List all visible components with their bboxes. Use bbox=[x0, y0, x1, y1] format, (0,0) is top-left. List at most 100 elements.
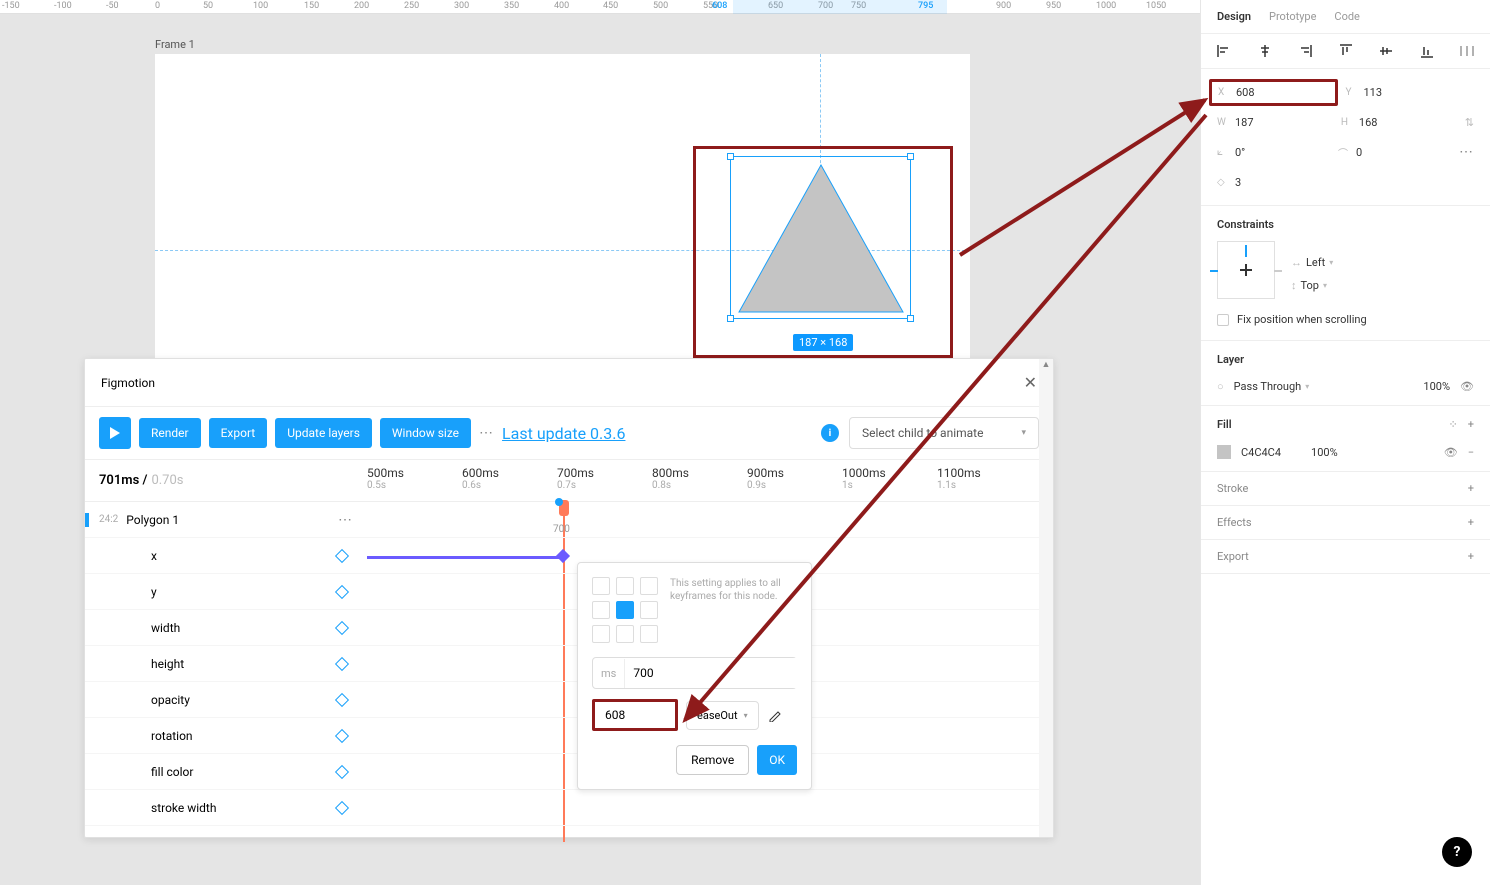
add-export-icon[interactable]: + bbox=[1468, 550, 1474, 563]
plugin-title: Figmotion bbox=[101, 376, 155, 390]
property-row-height[interactable]: height bbox=[85, 646, 1053, 682]
link-dimensions-icon[interactable]: ⇅ bbox=[1465, 116, 1474, 129]
ruler-tick: 50 bbox=[203, 1, 213, 11]
y-label: Y bbox=[1346, 87, 1358, 98]
update-layers-button[interactable]: Update layers bbox=[275, 418, 372, 448]
x-value[interactable]: 608 bbox=[1236, 86, 1255, 99]
align-right-icon[interactable] bbox=[1298, 44, 1312, 58]
align-top-icon[interactable] bbox=[1339, 44, 1353, 58]
align-left-icon[interactable] bbox=[1217, 44, 1231, 58]
resize-handle-tr[interactable] bbox=[907, 153, 914, 160]
blend-mode-value: Pass Through bbox=[1234, 380, 1302, 393]
window-size-button[interactable]: Window size bbox=[380, 418, 471, 448]
last-update-link[interactable]: Last update 0.3.6 bbox=[502, 424, 625, 443]
h-value[interactable]: 168 bbox=[1359, 116, 1378, 129]
prop-label: width bbox=[151, 621, 353, 635]
keyframe-diamond[interactable] bbox=[556, 548, 570, 562]
info-icon[interactable]: i bbox=[821, 424, 839, 442]
fill-visibility-icon[interactable]: 👁 bbox=[1444, 446, 1458, 459]
triangle-shape[interactable] bbox=[731, 157, 912, 320]
selected-shape-bounds[interactable] bbox=[730, 156, 911, 319]
layer-opacity[interactable]: 100% bbox=[1423, 380, 1450, 393]
add-effect-icon[interactable]: + bbox=[1468, 516, 1474, 529]
property-row-width[interactable]: width bbox=[85, 610, 1053, 646]
close-plugin-icon[interactable]: ✕ bbox=[1024, 373, 1037, 392]
anchor-ml[interactable] bbox=[592, 601, 610, 619]
rotation-value[interactable]: 0° bbox=[1235, 146, 1245, 159]
anchor-mr[interactable] bbox=[640, 601, 658, 619]
sides-value[interactable]: 3 bbox=[1235, 176, 1241, 189]
timeline-ruler[interactable]: 500ms0.5s 600ms0.6s 700ms0.7s 800ms0.8s … bbox=[367, 460, 1053, 501]
add-stroke-icon[interactable]: + bbox=[1468, 482, 1474, 495]
constraint-h-dropdown[interactable]: ↔ Left ▾ bbox=[1291, 256, 1333, 269]
x-field-highlight: X 608 bbox=[1209, 79, 1338, 106]
property-row-rotation[interactable]: rotation bbox=[85, 718, 1053, 754]
tl-tick-ms: 700ms bbox=[557, 466, 594, 480]
tab-prototype[interactable]: Prototype bbox=[1269, 10, 1316, 23]
property-row-stroke-width[interactable]: stroke width bbox=[85, 790, 1053, 826]
anchor-tc[interactable] bbox=[616, 577, 634, 595]
fill-hex[interactable]: C4C4C4 bbox=[1241, 446, 1281, 459]
constraint-v-dropdown[interactable]: ↕ Top ▾ bbox=[1291, 279, 1333, 292]
anchor-mc[interactable] bbox=[616, 601, 634, 619]
tl-tick-ms: 900ms bbox=[747, 466, 784, 480]
more-actions-icon[interactable]: ⋯ bbox=[479, 425, 494, 441]
radius-value[interactable]: 0 bbox=[1356, 146, 1362, 159]
fill-swatch[interactable] bbox=[1217, 445, 1231, 459]
edit-easing-icon[interactable] bbox=[767, 707, 783, 723]
visibility-eye-icon[interactable]: 👁 bbox=[1460, 380, 1474, 393]
remove-fill-icon[interactable]: − bbox=[1468, 446, 1474, 459]
select-child-dropdown[interactable]: Select child to animate ▾ bbox=[849, 417, 1039, 449]
anchor-tr[interactable] bbox=[640, 577, 658, 595]
resize-handle-bl[interactable] bbox=[727, 315, 734, 322]
property-row-y[interactable]: y bbox=[85, 574, 1053, 610]
keyframe-track[interactable] bbox=[367, 556, 563, 559]
tl-tick-s: 0.9s bbox=[747, 480, 784, 491]
fix-position-label: Fix position when scrolling bbox=[1237, 313, 1367, 326]
tab-code[interactable]: Code bbox=[1334, 10, 1359, 23]
ok-button[interactable]: OK bbox=[757, 745, 797, 775]
anchor-br[interactable] bbox=[640, 625, 658, 643]
anchor-tl[interactable] bbox=[592, 577, 610, 595]
w-value[interactable]: 187 bbox=[1235, 116, 1254, 129]
align-bottom-icon[interactable] bbox=[1420, 44, 1434, 58]
tl-tick-s: 0.5s bbox=[367, 480, 404, 491]
play-button[interactable] bbox=[99, 417, 131, 449]
keyframe-time-input-row: ms bbox=[592, 657, 797, 689]
tab-design[interactable]: Design bbox=[1217, 10, 1251, 23]
fill-opacity[interactable]: 100% bbox=[1311, 446, 1338, 459]
export-button[interactable]: Export bbox=[209, 418, 268, 448]
frame-label[interactable]: Frame 1 bbox=[155, 38, 195, 51]
constraint-grid[interactable] bbox=[1217, 241, 1275, 299]
y-value[interactable]: 113 bbox=[1364, 86, 1383, 99]
anchor-bc[interactable] bbox=[616, 625, 634, 643]
layer-more-icon[interactable]: ⋯ bbox=[338, 512, 353, 528]
more-geometry-icon[interactable]: ⋯ bbox=[1459, 144, 1474, 160]
property-row-x[interactable]: x 700 bbox=[85, 538, 1053, 574]
distribute-icon[interactable] bbox=[1460, 44, 1474, 58]
fix-position-checkbox[interactable] bbox=[1217, 314, 1229, 326]
export-section: Export + bbox=[1201, 540, 1490, 574]
tl-tick-ms: 800ms bbox=[652, 466, 689, 480]
ruler-tick: 350 bbox=[504, 1, 519, 11]
fill-style-icon[interactable]: ⁘ bbox=[1449, 418, 1458, 431]
geometry-section: X 608 Y 113 W 187 H 168 ⇅ ⟀ 0° bbox=[1201, 69, 1490, 206]
align-v-center-icon[interactable] bbox=[1379, 44, 1393, 58]
align-h-center-icon[interactable] bbox=[1258, 44, 1272, 58]
render-button[interactable]: Render bbox=[139, 418, 201, 448]
keyframe-time-input[interactable] bbox=[625, 658, 797, 688]
blend-mode-dropdown[interactable]: Pass Through ▾ bbox=[1234, 380, 1310, 393]
remove-keyframe-button[interactable]: Remove bbox=[676, 745, 749, 775]
property-row-opacity[interactable]: opacity bbox=[85, 682, 1053, 718]
resize-handle-tl[interactable] bbox=[727, 153, 734, 160]
help-button[interactable]: ? bbox=[1442, 837, 1472, 867]
keyframe-value-input[interactable]: 608 bbox=[592, 699, 678, 731]
resize-handle-br[interactable] bbox=[907, 315, 914, 322]
property-row-fill-color[interactable]: fill color bbox=[85, 754, 1053, 790]
tl-tick-s: 0.6s bbox=[462, 480, 499, 491]
anchor-bl[interactable] bbox=[592, 625, 610, 643]
w-label: W bbox=[1217, 117, 1229, 128]
add-fill-icon[interactable]: + bbox=[1468, 418, 1474, 431]
ruler-tick: 400 bbox=[554, 1, 569, 11]
easing-dropdown[interactable]: easeOut ▾ bbox=[686, 701, 759, 730]
